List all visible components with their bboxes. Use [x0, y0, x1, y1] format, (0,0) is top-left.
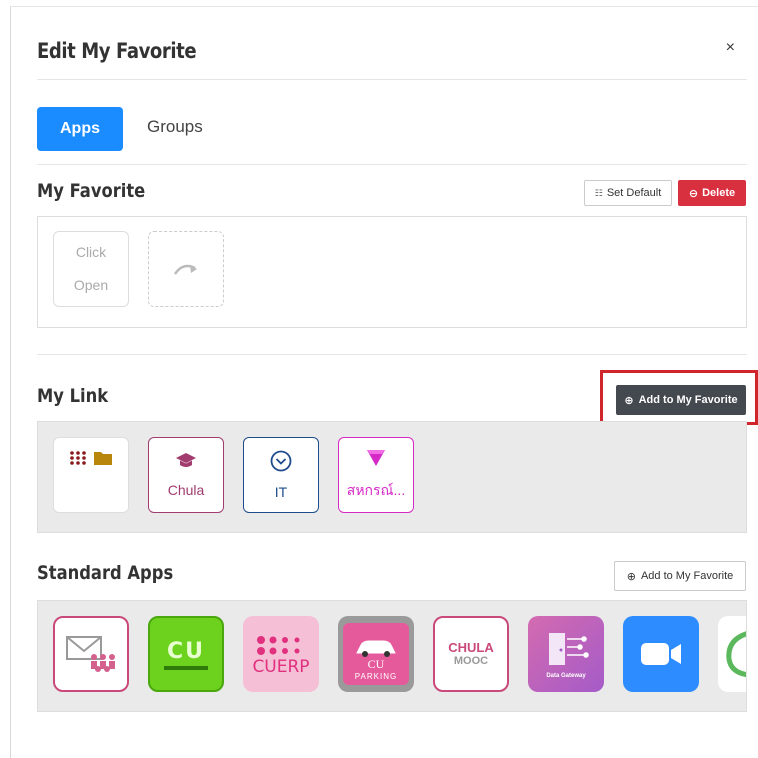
- mooc-text: MOOC: [453, 655, 489, 667]
- standard-apps-box: CU CUERP CU PARKING CHULA MOOC Data Gate…: [37, 600, 747, 712]
- my-favorite-box: Click Open: [37, 216, 747, 328]
- cu-parking-app-icon[interactable]: CU PARKING: [338, 616, 414, 692]
- apps-grid-folder-icon: [70, 451, 112, 465]
- grid-dots-icon: [70, 451, 86, 465]
- chula-mooc-app-icon[interactable]: CHULA MOOC: [433, 616, 509, 692]
- standard-apps-title: Standard Apps: [37, 562, 174, 584]
- set-default-button[interactable]: ☷ Set Default: [584, 180, 672, 206]
- add-to-my-favorite-button[interactable]: ⊕ Add to My Favorite: [616, 385, 746, 415]
- car-icon: [356, 640, 396, 657]
- my-link-title: My Link: [37, 385, 109, 407]
- parking-text: PARKING: [354, 672, 398, 681]
- data-gateway-app-icon[interactable]: Data Gateway: [528, 616, 604, 692]
- click-open-tile[interactable]: Click Open: [53, 231, 129, 307]
- link-tile-chula[interactable]: Chula: [148, 437, 224, 513]
- cuerp-app-icon[interactable]: CUERP: [243, 616, 319, 692]
- link-label-coop: สหกรณ์...: [346, 482, 406, 498]
- set-default-label: Set Default: [606, 187, 662, 199]
- cuerp-text: CUERP: [252, 657, 310, 677]
- graduation-cap-icon: [176, 453, 196, 467]
- link-tile-apps[interactable]: [53, 437, 129, 513]
- link-tile-it[interactable]: IT: [243, 437, 319, 513]
- video-camera-icon: [641, 643, 681, 665]
- click-open-line1: Click: [75, 244, 107, 260]
- add-standard-label: Add to My Favorite: [640, 570, 734, 582]
- tab-apps[interactable]: Apps: [37, 107, 123, 151]
- my-link-box: Chula IT สหกรณ์...: [37, 421, 747, 533]
- plus-circle-icon: ⊕: [624, 394, 634, 407]
- chevron-circle-icon: [270, 450, 292, 472]
- tabs-divider: [37, 164, 747, 165]
- link-label-chula: Chula: [167, 482, 205, 498]
- modal-title: Edit My Favorite: [37, 39, 197, 63]
- header-divider: [37, 79, 747, 80]
- redo-drop-tile[interactable]: [148, 231, 224, 307]
- data-gateway-text: Data Gateway: [546, 673, 586, 679]
- close-icon[interactable]: ×: [726, 39, 735, 57]
- parking-cu-text: CU: [367, 657, 385, 671]
- door-circuit-icon: [549, 633, 589, 665]
- chula-text: CHULA: [448, 640, 494, 655]
- add-standard-to-favorite-button[interactable]: ⊕ Add to My Favorite: [614, 561, 746, 591]
- modal-header: Edit My Favorite ×: [11, 7, 749, 79]
- redo-arrow-icon: [173, 264, 197, 275]
- link-tile-coop[interactable]: สหกรณ์...: [338, 437, 414, 513]
- edit-favorite-modal: Edit My Favorite × Apps Groups My Favori…: [10, 6, 758, 758]
- list-icon: ☷: [594, 187, 603, 198]
- folder-icon: [94, 452, 112, 465]
- delete-button[interactable]: ⊖ Delete: [678, 180, 746, 206]
- minus-circle-icon: ⊖: [688, 187, 699, 200]
- favorite-divider: [37, 354, 747, 355]
- cu-logo-app-icon[interactable]: CU: [148, 616, 224, 692]
- zoom-app-icon[interactable]: [623, 616, 699, 692]
- plus-circle-icon: ⊕: [626, 570, 636, 583]
- link-label-it: IT: [274, 484, 288, 500]
- delete-label: Delete: [702, 187, 736, 199]
- cu-logo-text: CU: [166, 638, 205, 664]
- my-favorite-title: My Favorite: [37, 180, 146, 202]
- mail-people-app-icon[interactable]: [53, 616, 129, 692]
- tab-groups[interactable]: Groups: [147, 117, 203, 137]
- pink-gem-icon: [367, 450, 385, 466]
- add-to-favorite-label: Add to My Favorite: [638, 394, 738, 406]
- partial-app-icon[interactable]: [718, 616, 746, 692]
- click-open-line2: Open: [73, 277, 109, 293]
